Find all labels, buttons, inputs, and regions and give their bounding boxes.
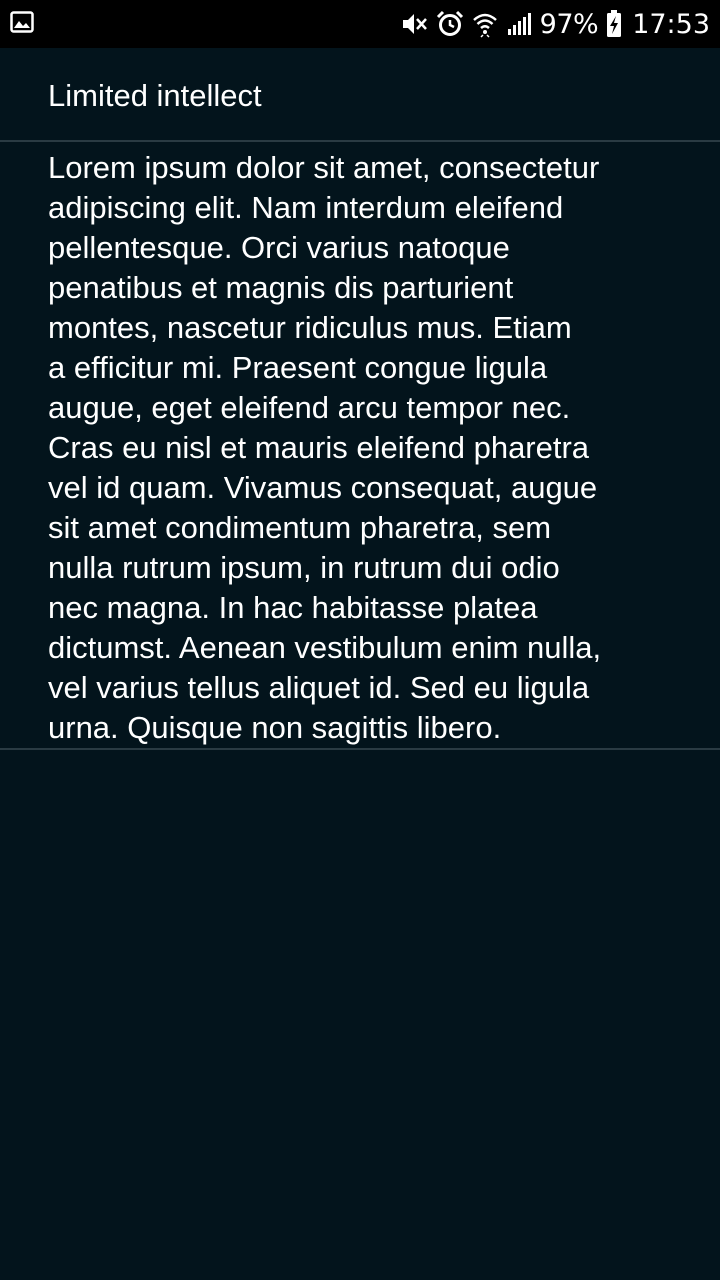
app-header: Limited intellect — [0, 48, 720, 142]
page-title: Limited intellect — [48, 78, 262, 113]
status-left — [10, 10, 34, 38]
signal-icon — [506, 11, 532, 37]
mute-icon — [400, 11, 428, 37]
battery-charging-icon — [606, 10, 622, 38]
alarm-icon — [436, 10, 464, 38]
body-text: Lorem ipsum dolor sit amet, consectetur … — [48, 150, 602, 745]
content-card: Lorem ipsum dolor sit amet, consectetur … — [0, 142, 720, 750]
status-right: 97% 17:53 — [400, 0, 710, 48]
image-notification-icon — [10, 10, 34, 38]
status-time: 17:53 — [632, 8, 710, 40]
wifi-icon — [472, 10, 498, 38]
battery-percent: 97% — [539, 8, 599, 40]
status-bar: 97% 17:53 — [0, 0, 720, 48]
